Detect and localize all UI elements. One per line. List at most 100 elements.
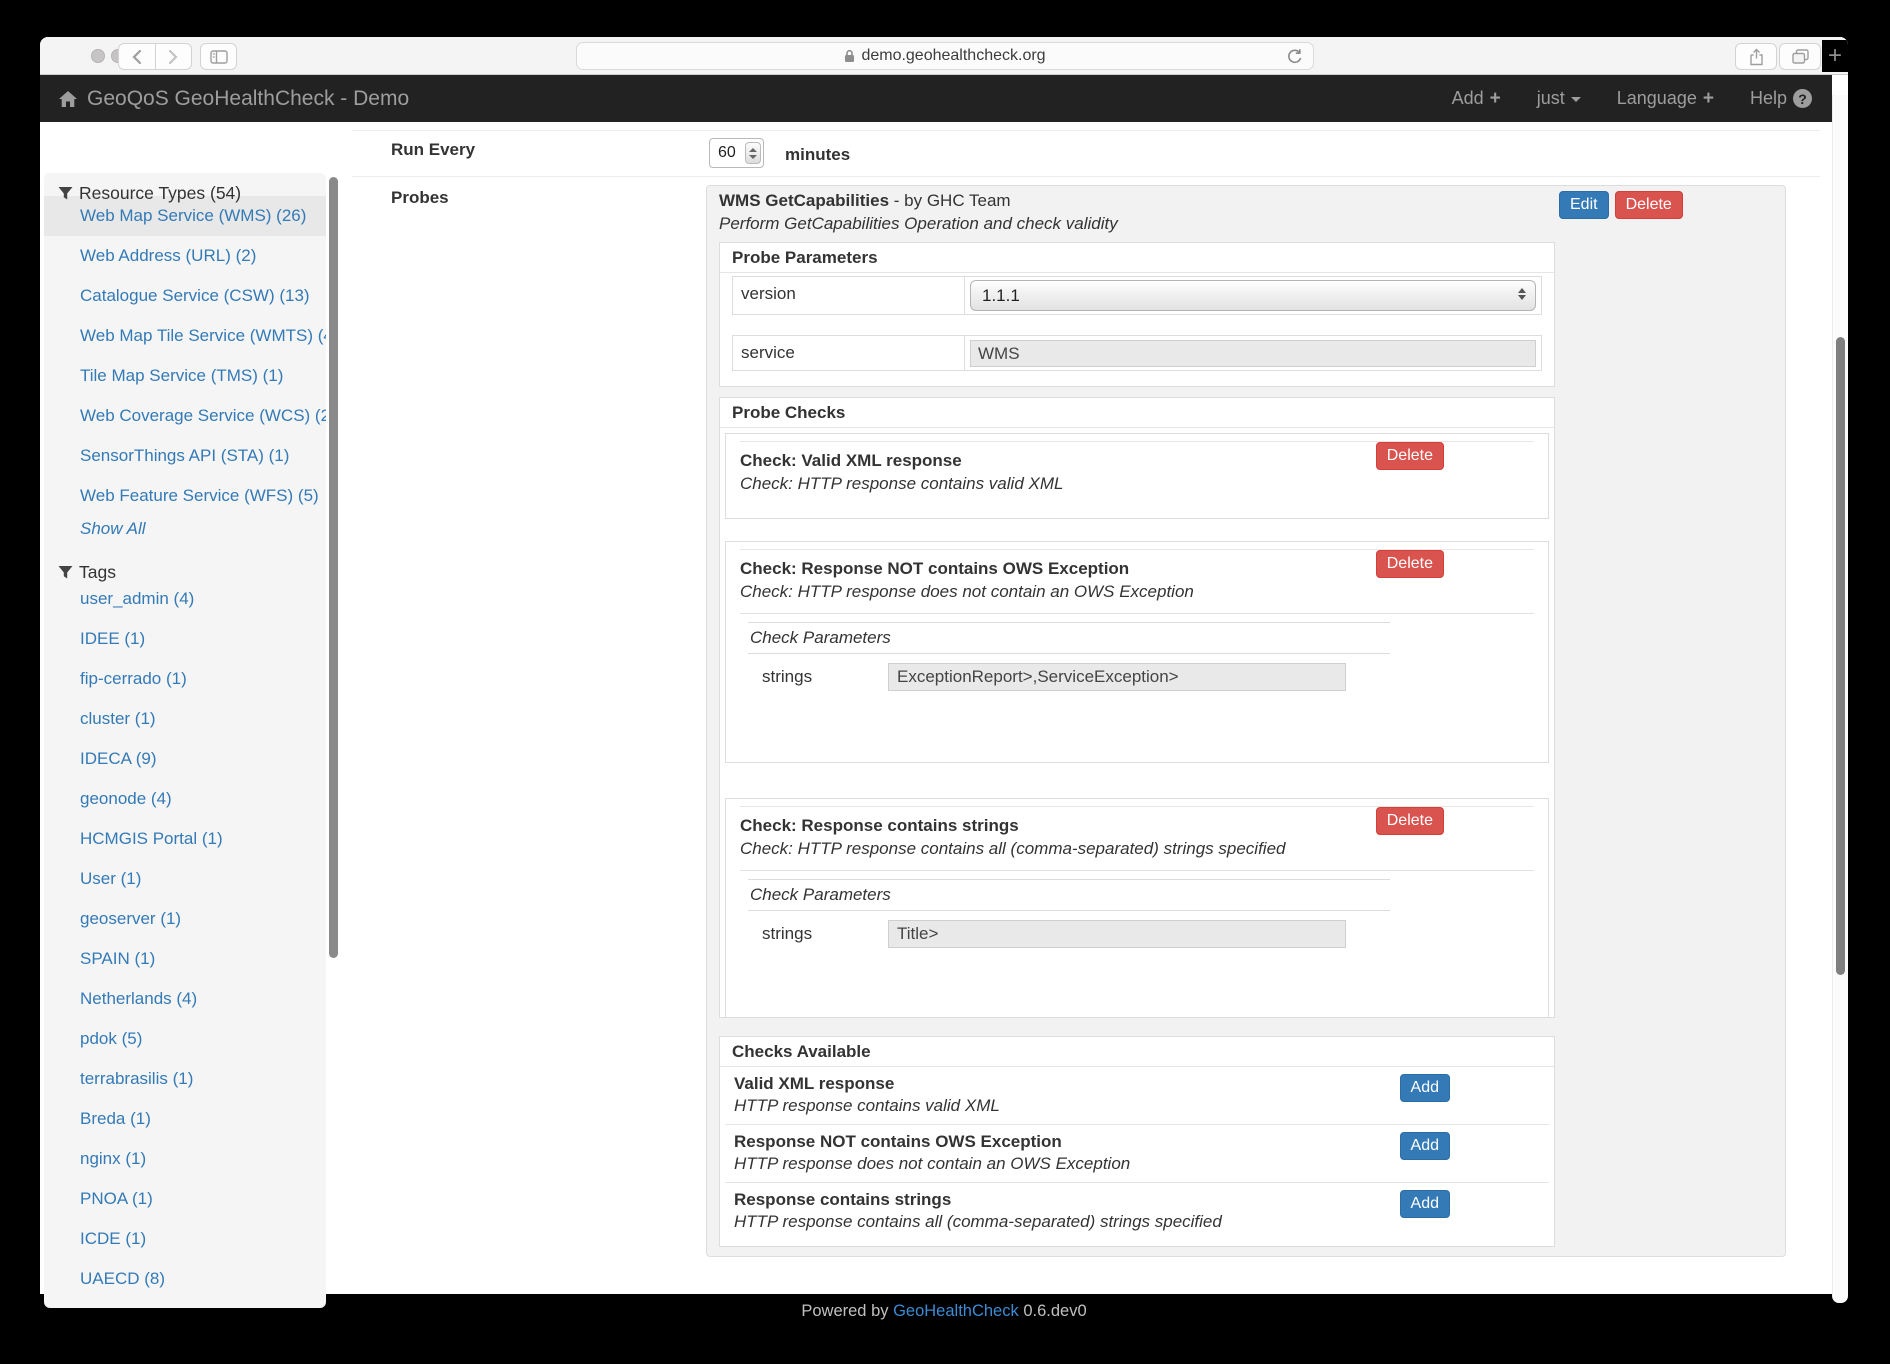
probe-checks-box: Probe Checks Check: Valid XML response C… — [719, 397, 1555, 1018]
tag-link[interactable]: user_admin (4) — [44, 579, 326, 619]
share-button[interactable] — [1735, 43, 1777, 70]
available-check-row: Valid XML response HTTP response contain… — [725, 1067, 1549, 1125]
navbar-add[interactable]: Add+ — [1452, 88, 1501, 110]
tag-link[interactable]: UAECD (8) — [44, 1259, 326, 1299]
check-parameters-legend: Check Parameters — [748, 880, 1390, 911]
sidebar-item-wcs[interactable]: Web Coverage Service (WCS) (2) — [44, 396, 326, 436]
chevron-left-icon — [131, 49, 142, 65]
tag-link[interactable]: Breda (1) — [44, 1099, 326, 1139]
sidebar-item-wmts[interactable]: Web Map Tile Service (WMTS) (4) — [44, 316, 326, 356]
tag-link[interactable]: nginx (1) — [44, 1139, 326, 1179]
add-check-button[interactable]: Add — [1400, 1190, 1450, 1218]
tag-link[interactable]: ICDE (1) — [44, 1219, 326, 1259]
tag-link[interactable]: fip-cerrado (1) — [44, 659, 326, 699]
add-check-button[interactable]: Add — [1400, 1074, 1450, 1102]
app-navbar: GeoQoS GeoHealthCheck - Demo Add+ just L… — [40, 75, 1832, 122]
divider — [352, 176, 1820, 177]
tag-link[interactable]: cluster (1) — [44, 699, 326, 739]
new-tab-button[interactable]: + — [1822, 40, 1848, 72]
sidebar-icon — [210, 50, 228, 64]
tag-link[interactable]: Netherlands (4) — [44, 979, 326, 1019]
select-arrows-icon — [1518, 288, 1526, 300]
tag-link[interactable]: geonode (4) — [44, 779, 326, 819]
check-parameters-legend: Check Parameters — [748, 623, 1390, 654]
tags-list: user_admin (4) IDEE (1) fip-cerrado (1) … — [44, 579, 326, 1299]
navbar-language[interactable]: Language+ — [1617, 88, 1714, 110]
number-stepper[interactable] — [745, 142, 761, 164]
tabs-icon — [1792, 49, 1809, 64]
footer-link[interactable]: GeoHealthCheck — [893, 1302, 1019, 1320]
sidebar-item-sta[interactable]: SensorThings API (STA) (1) — [44, 436, 326, 476]
check-description: Check: HTTP response contains all (comma… — [740, 839, 1534, 859]
probe-parameters-heading: Probe Parameters — [720, 243, 1554, 273]
page-scrollbar-thumb[interactable] — [1836, 337, 1845, 975]
resource-types-header: Resource Types (54) — [44, 173, 326, 196]
navbar-user-menu[interactable]: just — [1537, 88, 1581, 109]
edit-probe-button[interactable]: Edit — [1559, 191, 1609, 219]
probes-label: Probes — [391, 188, 449, 208]
check-description: Check: HTTP response does not contain an… — [740, 582, 1534, 602]
delete-check-button[interactable]: Delete — [1376, 550, 1444, 578]
resource-types-list: Web Map Service (WMS) (26) Web Address (… — [44, 196, 326, 548]
tags-header: Tags — [44, 556, 326, 579]
delete-check-button[interactable]: Delete — [1376, 807, 1444, 835]
forward-button[interactable] — [155, 44, 192, 69]
available-check-row: Response contains strings HTTP response … — [725, 1183, 1549, 1240]
add-check-button[interactable]: Add — [1400, 1132, 1450, 1160]
sidebar-item-wfs[interactable]: Web Feature Service (WFS) (5) — [44, 476, 326, 516]
tag-link[interactable]: SPAIN (1) — [44, 939, 326, 979]
param-label: version — [733, 277, 965, 315]
navbar-brand[interactable]: GeoQoS GeoHealthCheck - Demo — [58, 75, 409, 122]
address-bar[interactable]: demo.geohealthcheck.org — [576, 42, 1314, 70]
check-description: Check: HTTP response contains valid XML — [740, 474, 1534, 494]
tag-link[interactable]: geoserver (1) — [44, 899, 326, 939]
sidebar-toggle-button[interactable] — [200, 43, 237, 70]
close-window-button[interactable] — [91, 49, 105, 63]
navbar-help[interactable]: Help? — [1750, 88, 1812, 109]
sidebar-item-wms[interactable]: Web Map Service (WMS) (26) — [44, 196, 326, 236]
tag-link[interactable]: PNOA (1) — [44, 1179, 326, 1219]
delete-probe-button[interactable]: Delete — [1615, 191, 1683, 219]
param-table-service: service — [732, 335, 1542, 371]
tag-link[interactable]: IDECA (9) — [44, 739, 326, 779]
version-select[interactable]: 1.1.1 — [970, 280, 1536, 311]
probe-actions: Edit Delete — [1559, 191, 1683, 219]
show-tabs-button[interactable] — [1779, 43, 1821, 70]
strings-label: strings — [748, 667, 888, 687]
sidebar-item-url[interactable]: Web Address (URL) (2) — [44, 236, 326, 276]
service-input[interactable] — [970, 340, 1536, 367]
available-check-row: Response NOT contains OWS Exception HTTP… — [725, 1125, 1549, 1183]
back-button[interactable] — [119, 44, 155, 69]
share-icon — [1749, 48, 1764, 66]
lock-icon — [844, 49, 855, 63]
footer-version: 0.6.dev0 — [1019, 1302, 1087, 1320]
reload-button[interactable] — [1285, 47, 1304, 66]
plus-icon: + — [1490, 88, 1501, 110]
check-card: Check: Response contains strings Check: … — [725, 798, 1549, 1018]
tag-link[interactable]: User (1) — [44, 859, 326, 899]
sidebar-item-tms[interactable]: Tile Map Service (TMS) (1) — [44, 356, 326, 396]
navbar-links: Add+ just Language+ Help? — [1452, 75, 1812, 122]
page-scrollbar-track[interactable] — [1832, 95, 1848, 1303]
delete-check-button[interactable]: Delete — [1376, 442, 1444, 470]
sidebar: Resource Types (54) Web Map Service (WMS… — [44, 173, 326, 1308]
browser-window: demo.geohealthcheck.org + GeoQoS GeoHeal… — [40, 37, 1848, 1337]
tag-link[interactable]: terrabrasilis (1) — [44, 1059, 326, 1099]
strings-input[interactable] — [888, 663, 1346, 691]
sidebar-item-csw[interactable]: Catalogue Service (CSW) (13) — [44, 276, 326, 316]
chevron-right-icon — [168, 49, 179, 65]
question-icon: ? — [1793, 89, 1812, 108]
tag-link[interactable]: HCMGIS Portal (1) — [44, 819, 326, 859]
probe-parameters-box: Probe Parameters version 1.1.1 — [719, 242, 1555, 387]
sidebar-scrollbar[interactable] — [329, 177, 338, 958]
tag-link[interactable]: pdok (5) — [44, 1019, 326, 1059]
strings-input[interactable] — [888, 920, 1346, 948]
filter-icon — [58, 186, 73, 201]
caret-down-icon — [1571, 97, 1581, 102]
checks-available-box: Checks Available Valid XML response HTTP… — [719, 1036, 1555, 1247]
home-icon — [58, 90, 78, 108]
probe-panel: WMS GetCapabilities - by GHC Team Perfor… — [706, 185, 1786, 1257]
tag-link[interactable]: IDEE (1) — [44, 619, 326, 659]
navbar-brand-label: GeoQoS GeoHealthCheck - Demo — [87, 87, 409, 111]
show-all-link[interactable]: Show All — [44, 516, 326, 548]
